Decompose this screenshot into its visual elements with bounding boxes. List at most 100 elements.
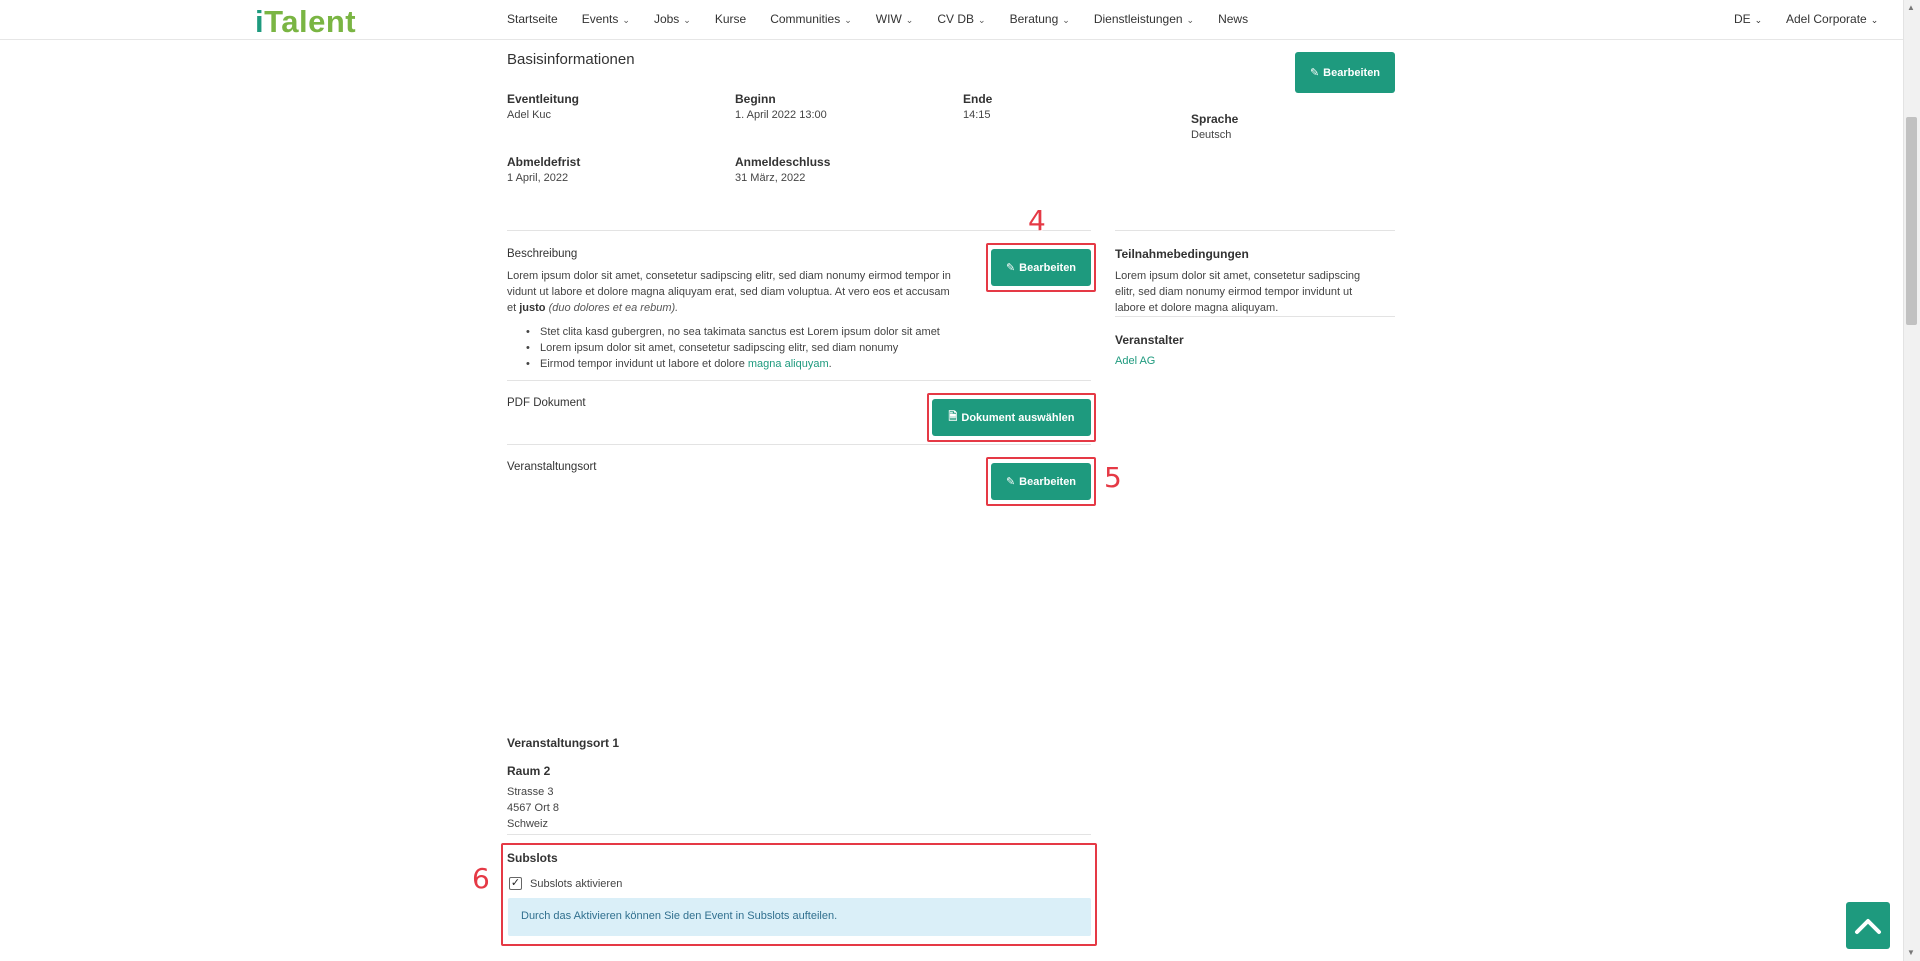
nav-label: Dienstleistungen (1093, 12, 1183, 26)
account-label: Adel Corporate (1786, 12, 1867, 26)
beschreibung-line: vidunt ut labore et dolore magna aliquya… (507, 286, 950, 298)
veranstalter-link[interactable]: Adel AG (1115, 355, 1155, 367)
text-span: et (507, 302, 520, 314)
nav-item-dienstleistungen[interactable]: Dienstleistungen ⌄ (1094, 12, 1194, 26)
nav-item-wiw[interactable]: WIW ⌄ (876, 12, 914, 26)
list-item: Stet clita kasd gubergren, no sea takima… (526, 324, 940, 340)
sprache-value: Deutsch (1191, 129, 1232, 141)
annotation-highlight-box (927, 393, 1096, 442)
divider (507, 444, 1091, 445)
abmeldefrist-value: 1 April, 2022 (507, 172, 569, 184)
nav-label: Beratung (1009, 12, 1059, 26)
nav-item-news[interactable]: News (1218, 12, 1248, 26)
eventleitung-label: Eventleitung (507, 92, 580, 106)
nav-item-startseite[interactable]: Startseite (507, 12, 558, 26)
nav-item-kurse[interactable]: Kurse (715, 12, 746, 26)
chevron-down-icon: ⌄ (683, 15, 691, 25)
pencil-icon: ✎ (1309, 67, 1320, 79)
nav-label: News (1218, 12, 1249, 26)
annotation-highlight-box (501, 843, 1097, 946)
anmeldeschluss-value: 31 März, 2022 (735, 172, 806, 184)
basis-title: Basisinformationen (507, 51, 635, 68)
beginn-value: 1. April 2022 13:00 (735, 109, 827, 121)
annotation-highlight-box (986, 243, 1096, 292)
scroll-up-icon[interactable]: ▲ (1907, 3, 1915, 12)
basis-edit-button[interactable]: ✎ Bearbeiten (1295, 52, 1395, 93)
annotation-highlight-box (986, 457, 1096, 506)
divider (1115, 230, 1395, 231)
ende-value: 14:15 (963, 109, 991, 121)
pdf-title: PDF Dokument (507, 397, 586, 409)
teilnahme-text: Lorem ipsum dolor sit amet, consetetur s… (1115, 268, 1360, 316)
button-label: Bearbeiten (1323, 66, 1381, 79)
strasse-value: Strasse 3 (507, 786, 554, 798)
chevron-down-icon: ⌄ (1186, 15, 1195, 25)
beschreibung-text: Lorem ipsum dolor sit amet, consetetur s… (507, 268, 992, 316)
language-label: DE (1734, 12, 1751, 26)
veranstaltungsort-1-title: Veranstaltungsort 1 (507, 736, 620, 750)
logo-talent: Talent (264, 4, 357, 39)
veranstaltungsort-title: Veranstaltungsort (507, 461, 597, 473)
nav-item-events[interactable]: Events ⌄ (582, 12, 630, 26)
divider (507, 230, 1091, 231)
divider (507, 834, 1091, 835)
anmeldeschluss-label: Anmeldeschluss (735, 155, 831, 169)
chevron-up-icon (1855, 918, 1881, 934)
beschreibung-bullet-list: Stet clita kasd gubergren, no sea takima… (526, 324, 940, 372)
nav-item-jobs[interactable]: Jobs ⌄ (654, 12, 691, 26)
nav-label: Communities (770, 12, 841, 26)
nav-label: Events (581, 12, 619, 26)
text-span: Eirmod tempor invidunt ut labore et dolo… (540, 358, 748, 370)
nav-label: Startseite (507, 12, 558, 26)
list-item: Eirmod tempor invidunt ut labore et dolo… (526, 356, 940, 372)
account-menu[interactable]: Adel Corporate ⌄ (1786, 12, 1878, 26)
chevron-down-icon: ⌄ (1870, 15, 1879, 25)
chevron-down-icon: ⌄ (844, 15, 852, 25)
nav-item-cv-db[interactable]: CV DB ⌄ (937, 12, 985, 26)
nav-label: Kurse (714, 12, 747, 26)
scroll-to-top-button[interactable] (1846, 902, 1890, 949)
chevron-down-icon: ⌄ (1754, 15, 1763, 25)
annotation-number-4: 4 (1028, 204, 1046, 237)
bold-text: justo (519, 302, 546, 314)
plz-ort-value: 4567 Ort 8 (507, 802, 559, 814)
scroll-down-icon[interactable]: ▼ (1907, 948, 1915, 957)
beschreibung-title: Beschreibung (507, 248, 578, 260)
italic-text: (duo dolores et ea rebum). (548, 302, 679, 314)
chevron-down-icon: ⌄ (905, 15, 914, 25)
logo-i: i (255, 4, 265, 39)
beginn-label: Beginn (735, 92, 776, 106)
sprache-label: Sprache (1191, 112, 1239, 126)
chevron-down-icon: ⌄ (1062, 15, 1070, 25)
top-navbar: iTalent Startseite Events ⌄ Jobs ⌄ Kurse C… (0, 0, 1903, 40)
teilnahme-line: Lorem ipsum dolor sit amet, consetetur s… (1115, 270, 1361, 282)
abmeldefrist-label: Abmeldefrist (507, 155, 581, 169)
magna-aliquyam-link[interactable]: magna aliquyam (748, 358, 829, 370)
veranstalter-title: Veranstalter (1115, 333, 1184, 347)
annotation-number-5: 5 (1104, 461, 1122, 494)
nav-label: CV DB (937, 12, 975, 26)
divider (1115, 316, 1395, 317)
text-span: . (828, 358, 832, 370)
list-item: Lorem ipsum dolor sit amet, consetetur s… (526, 340, 940, 356)
nav-item-beratung[interactable]: Beratung ⌄ (1010, 12, 1070, 26)
chevron-down-icon: ⌄ (978, 15, 986, 25)
scrollbar-thumb[interactable] (1906, 117, 1917, 325)
raum-label: Raum 2 (507, 764, 551, 778)
teilnahme-line: labore et dolore magna aliquyam. (1115, 302, 1279, 314)
nav-label: Jobs (653, 12, 680, 26)
ende-label: Ende (963, 92, 993, 106)
language-select[interactable]: DE ⌄ (1734, 12, 1762, 26)
chevron-down-icon: ⌄ (622, 15, 630, 25)
nav-label: WIW (875, 12, 902, 26)
eventleitung-value: Adel Kuc (507, 109, 552, 121)
nav-item-communities[interactable]: Communities ⌄ (770, 12, 852, 26)
italent-logo[interactable]: iTalent (255, 4, 356, 40)
divider (507, 380, 1091, 381)
teilnahme-line: elitr, sed diam nonumy eirmod tempor inv… (1115, 286, 1353, 298)
land-value: Schweiz (507, 818, 548, 830)
teilnahme-title: Teilnahmebedingungen (1115, 247, 1249, 261)
main-nav: Startseite Events ⌄ Jobs ⌄ Kurse Communiti… (507, 12, 1272, 26)
beschreibung-line: Lorem ipsum dolor sit amet, consetetur s… (507, 270, 951, 282)
beschreibung-line: et justo (duo dolores et ea rebum). (507, 300, 992, 316)
